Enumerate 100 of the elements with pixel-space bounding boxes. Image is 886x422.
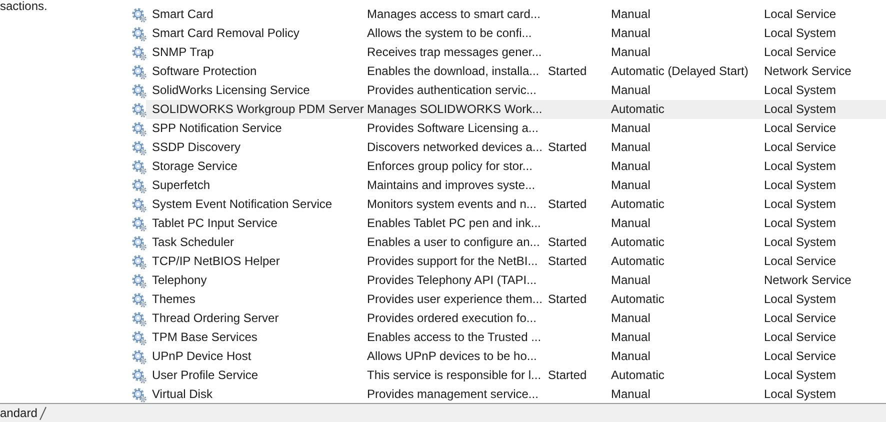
service-description: Provides management service... bbox=[367, 387, 540, 402]
startup-type: Manual bbox=[611, 178, 652, 193]
service-row[interactable]: SNMP Trap Receives trap messages gener... Manual Local Service bbox=[128, 43, 886, 62]
service-row[interactable]: System Event Notification Service Monitors system events and n... Started Automatic Local System bbox=[128, 195, 886, 214]
service-description: This service is responsible for l... bbox=[367, 368, 542, 383]
service-row[interactable]: Storage Service Enforces group policy for stor... Manual Local System bbox=[128, 157, 886, 176]
startup-type: Automatic bbox=[611, 368, 666, 383]
service-name[interactable]: Software Protection bbox=[152, 64, 367, 79]
service-row[interactable]: SolidWorks Licensing Service Provides authentication servic... Manual Local System bbox=[128, 81, 886, 100]
service-row[interactable]: TPM Base Services Enables access to the Trusted ... Manual Local Service bbox=[128, 328, 886, 347]
startup-type: Manual bbox=[611, 330, 652, 345]
service-description: Provides ordered execution fo... bbox=[367, 311, 538, 326]
service-name[interactable]: Virtual Disk bbox=[152, 387, 367, 402]
service-name[interactable]: TCP/IP NetBIOS Helper bbox=[152, 254, 367, 269]
service-name[interactable]: Themes bbox=[152, 292, 367, 307]
description-text: sactions. bbox=[0, 0, 48, 14]
service-row[interactable]: Virtual Disk Provides management service... Manual Local System bbox=[128, 385, 886, 403]
service-description: Enables the download, installa... bbox=[367, 64, 540, 79]
service-name[interactable]: Smart Card Removal Policy bbox=[152, 26, 367, 41]
startup-type: Manual bbox=[611, 140, 652, 155]
service-row[interactable]: Thread Ordering Server Provides ordered execution fo... Manual Local Service bbox=[128, 309, 886, 328]
service-row[interactable]: SSDP Discovery Discovers networked devices a... Started Manual Local Service bbox=[128, 138, 886, 157]
service-name[interactable]: User Profile Service bbox=[152, 368, 367, 383]
startup-type: Manual bbox=[611, 83, 652, 98]
service-description: Provides authentication servic... bbox=[367, 83, 538, 98]
service-name[interactable]: UPnP Device Host bbox=[152, 349, 367, 364]
log-on-as: Network Service bbox=[764, 64, 852, 79]
log-on-as: Local System bbox=[764, 216, 838, 231]
service-row[interactable]: Task Scheduler Enables a user to configure an... Started Automatic Local System bbox=[128, 233, 886, 252]
gear-icon bbox=[131, 140, 147, 156]
service-name[interactable]: Task Scheduler bbox=[152, 235, 367, 250]
gear-icon bbox=[131, 368, 147, 384]
service-name[interactable]: Smart Card bbox=[152, 7, 367, 22]
service-row[interactable]: TCP/IP NetBIOS Helper Provides support for the NetBI... Started Automatic Local Service bbox=[128, 252, 886, 271]
tab-edge-icon bbox=[39, 406, 48, 420]
service-row[interactable]: Superfetch Maintains and improves syste... Manual Local System bbox=[128, 176, 886, 195]
startup-type: Automatic bbox=[611, 197, 666, 212]
gear-icon bbox=[131, 386, 147, 402]
service-status: Started bbox=[548, 235, 587, 249]
gear-icon bbox=[131, 330, 147, 346]
service-name[interactable]: Thread Ordering Server bbox=[152, 311, 367, 326]
gear-icon bbox=[131, 348, 147, 364]
service-row[interactable]: Smart Card Manages access to smart card... Manual Local Service bbox=[128, 5, 886, 24]
service-description: Provides Software Licensing a... bbox=[367, 121, 540, 136]
service-name[interactable]: SPP Notification Service bbox=[152, 121, 367, 136]
log-on-as: Local System bbox=[764, 159, 838, 174]
service-description: Enforces group policy for stor... bbox=[367, 159, 534, 174]
startup-type: Automatic bbox=[611, 254, 666, 269]
service-description: Enables access to the Trusted ... bbox=[367, 330, 542, 345]
service-description: Discovers networked devices a... bbox=[367, 140, 544, 155]
startup-type: Manual bbox=[611, 273, 652, 288]
log-on-as: Local Service bbox=[764, 311, 838, 326]
log-on-as: Local System bbox=[764, 387, 838, 402]
log-on-as: Local System bbox=[764, 368, 838, 383]
log-on-as: Local Service bbox=[764, 349, 838, 364]
gear-icon bbox=[131, 272, 147, 288]
service-name[interactable]: TPM Base Services bbox=[152, 330, 367, 345]
service-row[interactable]: Smart Card Removal Policy Allows the system to be confi... Manual Local System bbox=[128, 24, 886, 43]
service-row[interactable]: Themes Provides user experience them... Started Automatic Local System bbox=[128, 290, 886, 309]
gear-icon bbox=[131, 216, 147, 232]
log-on-as: Local System bbox=[764, 83, 838, 98]
service-description: Provides support for the NetBI... bbox=[367, 254, 539, 269]
service-row[interactable]: UPnP Device Host Allows UPnP devices to be ho... Manual Local Service bbox=[128, 347, 886, 366]
gear-icon bbox=[131, 178, 147, 194]
service-name[interactable]: Telephony bbox=[152, 273, 367, 288]
service-row[interactable]: Tablet PC Input Service Enables Tablet PC pen and ink... Manual Local System bbox=[128, 214, 886, 233]
startup-type: Manual bbox=[611, 7, 652, 22]
gear-icon bbox=[131, 44, 147, 60]
startup-type: Manual bbox=[611, 311, 652, 326]
gear-icon bbox=[131, 196, 147, 212]
log-on-as: Local Service bbox=[764, 45, 838, 60]
service-description: Manages SOLIDWORKS Work... bbox=[367, 102, 544, 117]
service-name[interactable]: SSDP Discovery bbox=[152, 140, 367, 155]
service-status: Started bbox=[548, 64, 587, 78]
log-on-as: Local System bbox=[764, 26, 838, 41]
service-name[interactable]: Tablet PC Input Service bbox=[152, 216, 367, 231]
view-tab[interactable]: andard bbox=[0, 404, 48, 421]
service-row[interactable]: Software Protection Enables the download, installa... Started Automatic (Delayed Start) Network Service bbox=[128, 62, 886, 81]
service-status: Started bbox=[548, 197, 587, 211]
log-on-as: Local System bbox=[764, 178, 838, 193]
log-on-as: Local Service bbox=[764, 140, 838, 155]
startup-type: Automatic bbox=[611, 102, 666, 117]
service-row[interactable]: SPP Notification Service Provides Software Licensing a... Manual Local Service bbox=[128, 119, 886, 138]
service-name[interactable]: System Event Notification Service bbox=[152, 197, 367, 212]
gear-icon bbox=[131, 158, 147, 174]
service-description: Allows UPnP devices to be ho... bbox=[367, 349, 538, 364]
gear-icon bbox=[131, 82, 147, 98]
service-row[interactable]: Telephony Provides Telephony API (TAPI... Manual Network Service bbox=[128, 271, 886, 290]
service-name[interactable]: SolidWorks Licensing Service bbox=[152, 83, 367, 98]
service-name[interactable]: SNMP Trap bbox=[152, 45, 367, 60]
log-on-as: Local Service bbox=[764, 7, 838, 22]
service-row[interactable]: User Profile Service This service is responsible for l... Started Automatic Local System bbox=[128, 366, 886, 385]
service-name[interactable]: Storage Service bbox=[152, 159, 367, 174]
service-name[interactable]: SOLIDWORKS Workgroup PDM Server bbox=[152, 102, 367, 117]
gear-icon bbox=[131, 6, 147, 22]
service-status: Started bbox=[548, 368, 587, 382]
service-description: Provides Telephony API (TAPI... bbox=[367, 273, 538, 288]
startup-type: Manual bbox=[611, 159, 652, 174]
gear-icon bbox=[131, 310, 147, 326]
service-name[interactable]: Superfetch bbox=[152, 178, 367, 193]
